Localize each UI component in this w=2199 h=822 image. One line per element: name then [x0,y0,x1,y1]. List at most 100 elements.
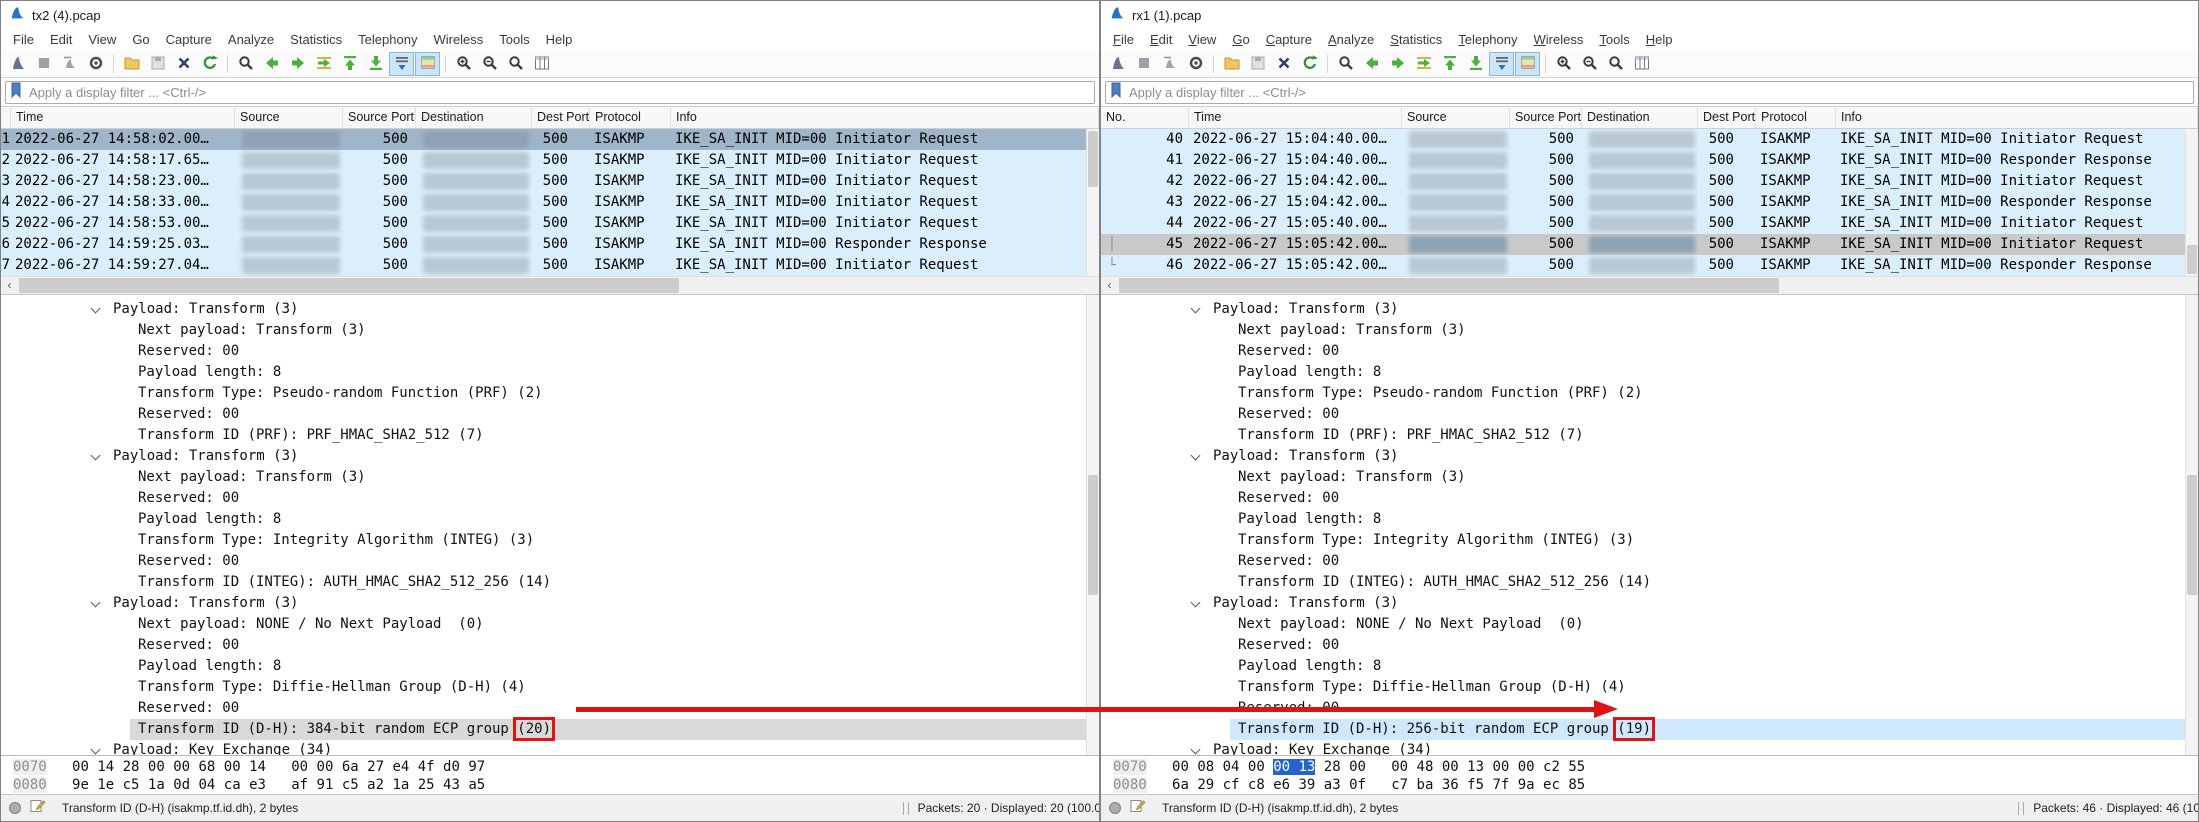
statusbar-grip[interactable] [2018,802,2024,815]
menu-file[interactable]: File [1105,29,1142,51]
restart-capture-button[interactable] [1157,52,1182,76]
chevron-down-icon[interactable] [91,598,101,608]
menu-analyze[interactable]: Analyze [220,29,282,51]
detail-line[interactable]: Transform Type: Pseudo-random Function (… [1,383,1099,404]
chevron-down-icon[interactable] [91,745,101,755]
detail-line[interactable]: Transform Type: Integrity Algorithm (INT… [1,530,1099,551]
column-header-dest-port[interactable]: Dest Port [532,107,590,128]
title-bar[interactable]: tx2 (4).pcap [1,1,1099,29]
detail-line[interactable]: Transform Type: Diffie-Hellman Group (D-… [1,677,1099,698]
zoom-reset-button[interactable] [1603,52,1628,76]
hex-dump-pane[interactable]: 0070 00 14 28 00 00 68 00 14 00 00 6a 27… [1,755,1099,794]
column-header-protocol[interactable]: Protocol [1756,107,1836,128]
auto-scroll-toggle-button[interactable] [389,52,414,76]
packet-list-hscrollbar[interactable]: ‹ [1,276,1099,294]
go-to-packet-button[interactable] [311,52,336,76]
detail-line[interactable]: Transform ID (INTEG): AUTH_HMAC_SHA2_512… [1101,572,2198,593]
detail-line[interactable]: Next payload: Transform (3) [1,320,1099,341]
menu-statistics[interactable]: Statistics [282,29,350,51]
zoom-reset-button[interactable] [503,52,528,76]
reload-button[interactable] [1297,52,1322,76]
details-vscrollbar-thumb[interactable] [1088,475,1098,595]
packet-row[interactable]: 52022-06-27 14:58:53.00…500500ISAKMPIKE_… [1,213,1099,234]
menu-statistics[interactable]: Statistics [1382,29,1450,51]
go-top-button[interactable] [337,52,362,76]
detail-line[interactable]: Reserved: 00 [1,551,1099,572]
capture-options-button[interactable] [83,52,108,76]
packet-row[interactable]: └462022-06-27 15:05:42.00…500500ISAKMPIK… [1101,255,2198,276]
chevron-down-icon[interactable] [91,451,101,461]
column-header-destination[interactable]: Destination [1582,107,1698,128]
menu-edit[interactable]: Edit [42,29,80,51]
zoom-in-button[interactable] [1551,52,1576,76]
hex-dump-pane[interactable]: 0070 00 08 04 00 00 13 28 00 00 48 00 13… [1101,755,2198,794]
chevron-down-icon[interactable] [91,304,101,314]
menu-capture[interactable]: Capture [1258,29,1320,51]
statusbar-grip[interactable] [903,802,909,815]
detail-line[interactable]: Payload length: 8 [1101,656,2198,677]
hscrollbar-thumb[interactable] [19,278,679,293]
menu-go[interactable]: Go [124,29,157,51]
detail-line[interactable]: Reserved: 00 [1,635,1099,656]
go-back-button[interactable] [1359,52,1384,76]
packet-row[interactable]: 62022-06-27 14:59:25.03…500500ISAKMPIKE_… [1,234,1099,255]
detail-line[interactable]: Reserved: 00 [1,488,1099,509]
find-packet-button[interactable] [233,52,258,76]
go-forward-button[interactable] [285,52,310,76]
resize-columns-button[interactable] [529,52,554,76]
reload-button[interactable] [197,52,222,76]
menu-tools[interactable]: Tools [1591,29,1637,51]
packet-row[interactable]: 432022-06-27 15:04:42.00…500500ISAKMPIKE… [1101,192,2198,213]
column-header-source-port[interactable]: Source Port [1510,107,1582,128]
column-header-source-port[interactable]: Source Port [343,107,416,128]
capture-comment-icon[interactable] [1130,798,1145,818]
detail-line[interactable]: Transform ID (D-H): 256-bit random ECP g… [1230,719,2198,740]
column-header-dest-port[interactable]: Dest Port [1698,107,1756,128]
menu-file[interactable]: File [5,29,42,51]
menu-help[interactable]: Help [1638,29,1681,51]
packet-row[interactable]: 12022-06-27 14:58:02.00…500500ISAKMPIKE_… [1,129,1099,150]
detail-line[interactable]: Reserved: 00 [1,341,1099,362]
menu-edit[interactable]: Edit [1142,29,1180,51]
menu-tools[interactable]: Tools [491,29,537,51]
detail-line[interactable]: Next payload: NONE / No Next Payload (0) [1101,614,2198,635]
go-top-button[interactable] [1437,52,1462,76]
detail-line[interactable]: Reserved: 00 [1101,341,2198,362]
detail-line[interactable]: Next payload: Transform (3) [1,467,1099,488]
title-bar[interactable]: rx1 (1).pcap [1101,1,2198,29]
details-vscrollbar-thumb[interactable] [2187,475,2197,595]
detail-line[interactable]: Payload length: 8 [1,362,1099,383]
detail-line[interactable]: Payload: Transform (3) [1101,446,2198,467]
packet-list-vscrollbar[interactable] [1086,129,1099,276]
resize-columns-button[interactable] [1629,52,1654,76]
save-file-button[interactable] [1245,52,1270,76]
detail-line[interactable]: Transform Type: Pseudo-random Function (… [1101,383,2198,404]
stop-capture-button[interactable] [1131,52,1156,76]
detail-line[interactable]: Next payload: NONE / No Next Payload (0) [1,614,1099,635]
packet-row[interactable]: 412022-06-27 15:04:40.00…500500ISAKMPIKE… [1101,150,2198,171]
menu-view[interactable]: View [80,29,124,51]
detail-line[interactable]: Reserved: 00 [1101,551,2198,572]
packet-row[interactable]: 422022-06-27 15:04:42.00…500500ISAKMPIKE… [1101,171,2198,192]
menu-help[interactable]: Help [538,29,581,51]
detail-line[interactable]: Payload length: 8 [1101,362,2198,383]
colorize-toggle-button[interactable] [415,52,440,76]
open-file-button[interactable] [119,52,144,76]
detail-line[interactable]: Payload: Transform (3) [1,446,1099,467]
menu-capture[interactable]: Capture [158,29,220,51]
packet-list-vscrollbar-thumb[interactable] [1088,131,1098,187]
hscrollbar-thumb[interactable] [1119,278,1779,293]
chevron-down-icon[interactable] [1191,598,1201,608]
column-header-no-[interactable]: No. [1101,107,1189,128]
go-back-button[interactable] [259,52,284,76]
go-to-packet-button[interactable] [1411,52,1436,76]
display-filter-input[interactable]: Apply a display filter ... <Ctrl-/> [1105,81,2194,104]
chevron-down-icon[interactable] [1191,451,1201,461]
display-filter-input[interactable]: Apply a display filter ... <Ctrl-/> [5,81,1095,104]
menu-wireless[interactable]: Wireless [1526,29,1592,51]
menu-telephony[interactable]: Telephony [350,29,425,51]
detail-line[interactable]: Transform Type: Diffie-Hellman Group (D-… [1101,677,2198,698]
packet-list-vscrollbar-thumb[interactable] [2187,245,2197,274]
start-capture-button[interactable] [5,52,30,76]
menu-wireless[interactable]: Wireless [425,29,491,51]
